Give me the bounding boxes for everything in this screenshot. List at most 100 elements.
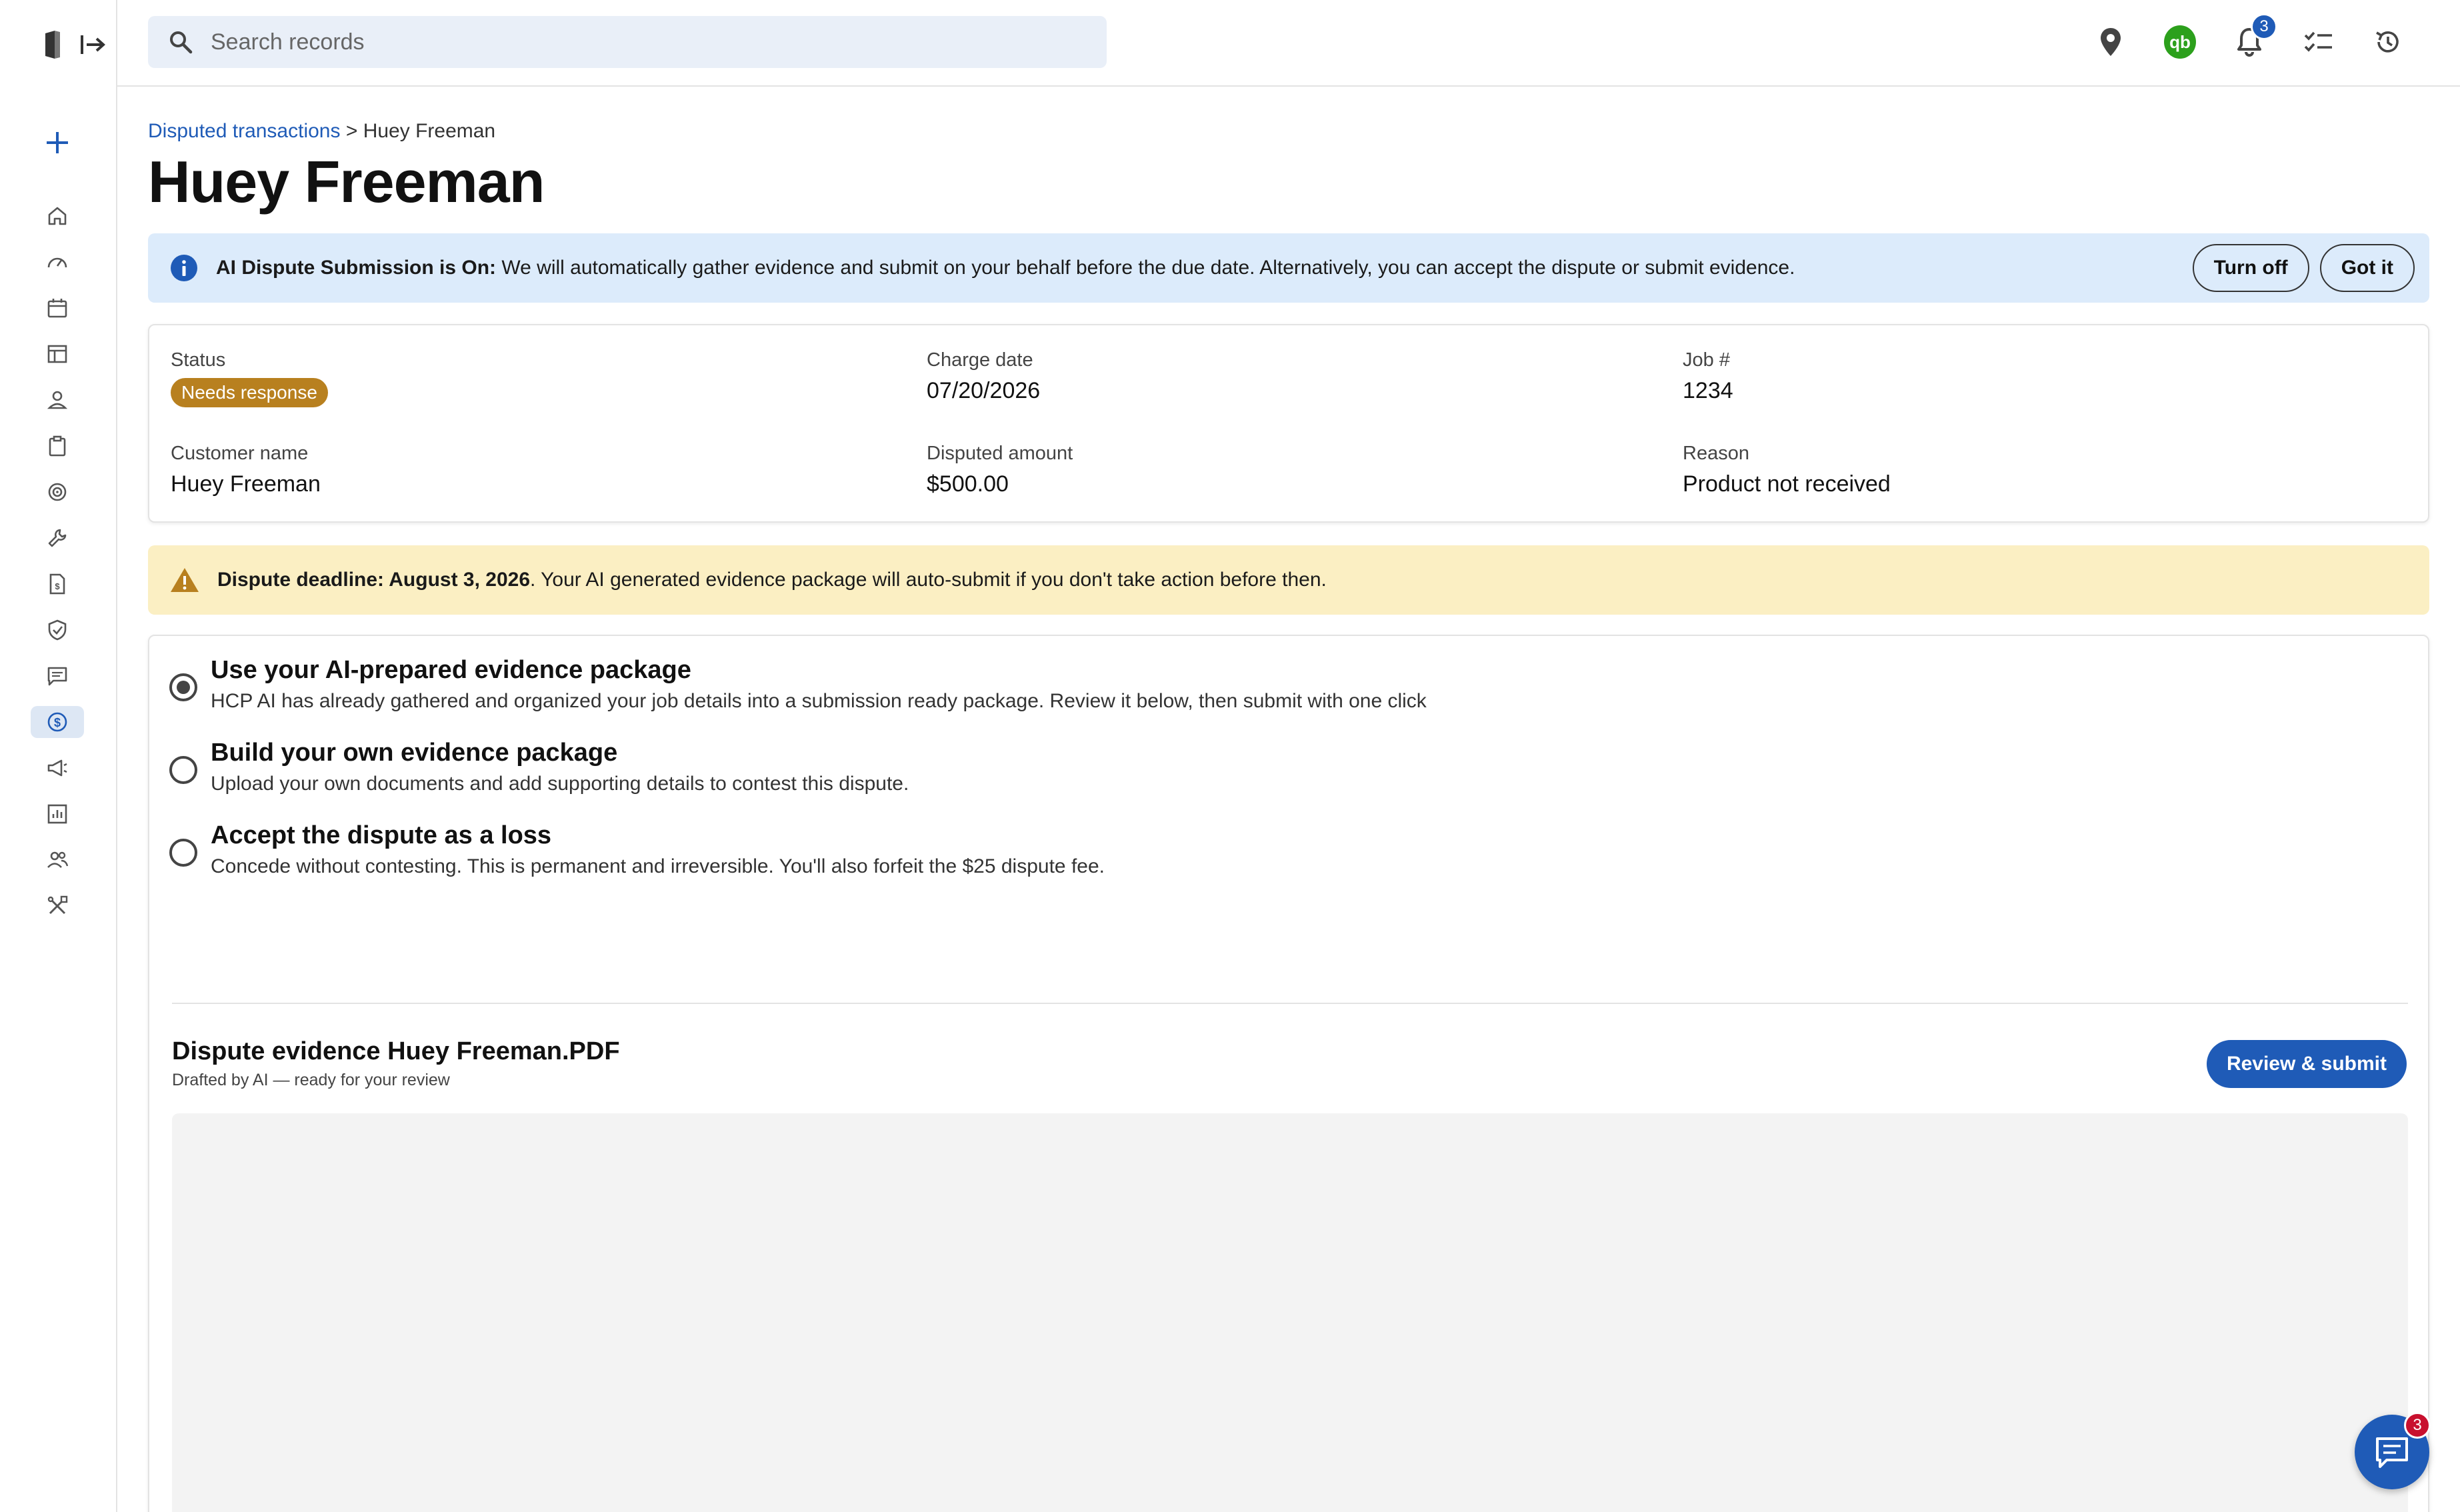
customer-name-field: Customer name Huey Freeman: [171, 443, 321, 497]
option-ai-package-texts: Use your AI-prepared evidence package HC…: [211, 656, 1427, 713]
nav-settings-tools[interactable]: [31, 890, 84, 922]
chat-icon: [2376, 1437, 2408, 1468]
nav-customers[interactable]: [31, 384, 84, 416]
breadcrumb-disputed-transactions-link[interactable]: Disputed transactions: [148, 120, 341, 142]
search-bar[interactable]: [148, 16, 1107, 68]
option-build-own-texts: Build your own evidence package Upload y…: [211, 739, 909, 795]
nav-marketing-target[interactable]: [31, 476, 84, 508]
wrench-icon: [48, 529, 67, 547]
notification-count-badge: 3: [2251, 13, 2277, 40]
table-layout-icon: [47, 345, 67, 363]
breadcrumb-separator: >: [340, 120, 363, 142]
checklist-icon[interactable]: [2303, 21, 2335, 63]
notifications-button[interactable]: 3: [2233, 13, 2277, 63]
turn-off-button[interactable]: Turn off: [2192, 244, 2309, 292]
reason-value: Product not received: [1683, 471, 1891, 497]
nav-home[interactable]: [31, 200, 84, 232]
option-build-own-desc: Upload your own documents and add suppor…: [211, 773, 909, 795]
nav-tools[interactable]: [31, 522, 84, 554]
calendar-icon: [47, 299, 67, 318]
dollar-circle-icon: $: [47, 712, 67, 732]
job-number-value[interactable]: 1234: [1683, 378, 1733, 404]
dispute-details-card: Status Needs response Charge date 07/20/…: [148, 324, 2429, 523]
expand-sidebar-icon[interactable]: [80, 33, 107, 59]
ai-submission-banner: AI Dispute Submission is On: We will aut…: [148, 233, 2429, 303]
option-build-own-title: Build your own evidence package: [211, 739, 618, 767]
option-build-own[interactable]: Build your own evidence package Upload y…: [169, 739, 909, 795]
warning-icon: [171, 568, 199, 592]
dispute-deadline-bold: Dispute deadline: August 3, 2026: [217, 569, 530, 591]
option-accept-loss[interactable]: Accept the dispute as a loss Concede wit…: [169, 821, 1105, 878]
customer-name-value: Huey Freeman: [171, 471, 321, 497]
nav-dashboard[interactable]: [31, 246, 84, 278]
nav-pipeline[interactable]: [31, 338, 84, 370]
app-logo-icon[interactable]: [43, 29, 63, 63]
megaphone-icon: [47, 759, 67, 777]
banner-actions: Turn off Got it: [2192, 244, 2415, 292]
nav-calendar[interactable]: [31, 292, 84, 324]
dispute-deadline-text: Dispute deadline: August 3, 2026. Your A…: [217, 569, 1327, 591]
radio-accept-loss[interactable]: [169, 839, 197, 867]
evidence-document-subtitle: Drafted by AI — ready for your review: [172, 1071, 450, 1089]
section-divider: [172, 1003, 2408, 1004]
top-bar-actions: qb 3: [2095, 13, 2404, 63]
pdf-preview[interactable]: [172, 1113, 2408, 1512]
message-icon: [47, 667, 67, 686]
charge-date-label: Charge date: [927, 349, 1033, 371]
rail-top-icons: [43, 29, 107, 63]
left-rail: $ $: [0, 0, 117, 1512]
breadcrumb: Disputed transactions > Huey Freeman: [148, 120, 495, 143]
breadcrumb-current: Huey Freeman: [363, 120, 496, 142]
dispute-deadline-banner: Dispute deadline: August 3, 2026. Your A…: [148, 545, 2429, 615]
evidence-document-title: Dispute evidence Huey Freeman.PDF: [172, 1037, 620, 1065]
status-badge: Needs response: [171, 378, 328, 407]
search-icon: [170, 31, 193, 54]
option-accept-loss-title: Accept the dispute as a loss: [211, 821, 552, 849]
disputed-amount-field: Disputed amount $500.00: [927, 443, 1073, 497]
review-submit-button[interactable]: Review & submit: [2206, 1040, 2407, 1088]
bar-chart-icon: [47, 804, 67, 824]
option-ai-package-title: Use your AI-prepared evidence package: [211, 656, 691, 684]
svg-text:$: $: [55, 581, 60, 591]
charge-date-value: 07/20/2026: [927, 378, 1041, 403]
disputed-amount-value: $500.00: [927, 471, 1009, 497]
option-accept-loss-texts: Accept the dispute as a loss Concede wit…: [211, 821, 1105, 878]
charge-date-field: Charge date 07/20/2026: [927, 349, 1040, 404]
nav-protection[interactable]: [31, 614, 84, 646]
history-icon[interactable]: [2372, 21, 2404, 63]
radio-ai-package[interactable]: [169, 673, 197, 701]
person-icon: [47, 391, 68, 409]
nav-payments[interactable]: $: [31, 706, 84, 738]
job-number-label: Job #: [1683, 349, 1730, 371]
job-number-field: Job # 1234: [1683, 349, 1733, 404]
radio-build-own[interactable]: [169, 756, 197, 784]
status-field: Status Needs response: [171, 349, 328, 407]
search-input[interactable]: [211, 29, 1077, 55]
tools-icon: [47, 895, 68, 915]
page-title: Huey Freeman: [148, 149, 545, 215]
nav-team[interactable]: [31, 844, 84, 876]
ai-submission-banner-bold: AI Dispute Submission is On:: [216, 257, 497, 279]
home-icon: [48, 207, 67, 225]
nav-jobs[interactable]: [31, 430, 84, 462]
got-it-button[interactable]: Got it: [2319, 244, 2415, 292]
info-icon: [171, 255, 197, 281]
location-pin-icon[interactable]: [2095, 21, 2127, 63]
quickbooks-logo: qb: [2164, 25, 2196, 59]
nav-marketing[interactable]: [31, 752, 84, 784]
create-new-icon[interactable]: [41, 127, 73, 159]
option-ai-package-desc: HCP AI has already gathered and organize…: [211, 690, 1427, 712]
nav-messages[interactable]: [31, 660, 84, 692]
nav-invoices[interactable]: $: [31, 568, 84, 600]
invoice-icon: $: [49, 573, 65, 595]
dispute-deadline-message: . Your AI generated evidence package wil…: [530, 569, 1327, 591]
option-accept-loss-desc: Concede without contesting. This is perm…: [211, 855, 1105, 877]
chat-unread-badge: 3: [2404, 1412, 2431, 1439]
chat-button[interactable]: 3: [2355, 1412, 2431, 1489]
target-icon: [48, 483, 67, 501]
nav-reports[interactable]: [31, 798, 84, 830]
option-ai-package[interactable]: Use your AI-prepared evidence package HC…: [169, 656, 1427, 713]
quickbooks-icon[interactable]: qb: [2164, 21, 2196, 63]
ai-submission-banner-text: AI Dispute Submission is On: We will aut…: [216, 257, 1795, 279]
speedometer-icon: [47, 257, 67, 268]
